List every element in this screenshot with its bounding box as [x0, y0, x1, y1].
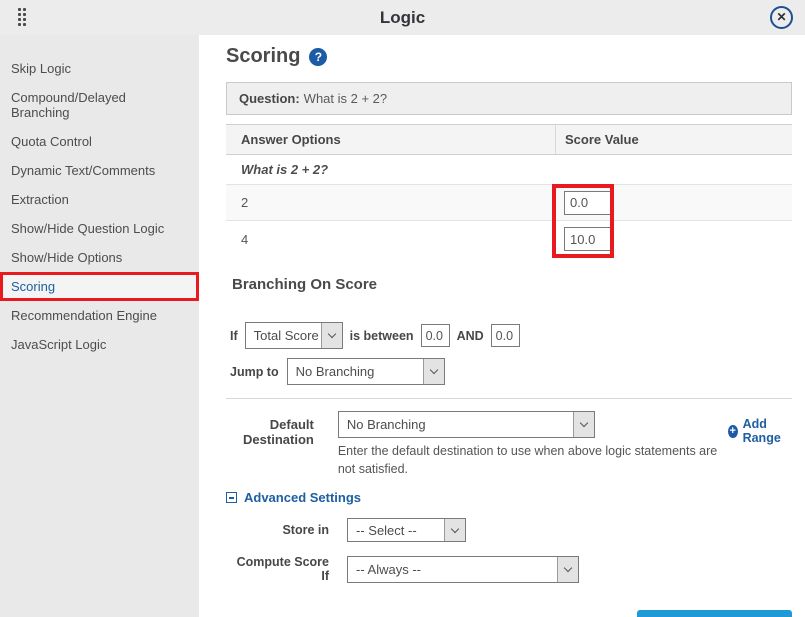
and-label: AND — [457, 329, 484, 343]
answer-option-label: 4 — [226, 232, 555, 247]
table-row: 2 — [226, 185, 792, 221]
column-header-answer-options: Answer Options — [226, 132, 555, 147]
logic-modal: Logic ✕ Skip Logic Compound/Delayed Bran… — [0, 0, 805, 617]
chevron-down-icon — [321, 323, 342, 348]
is-between-label: is between — [350, 329, 414, 343]
column-header-score-value: Score Value — [555, 125, 792, 154]
default-destination-label: Default Destination — [226, 411, 314, 447]
section-divider — [226, 398, 792, 399]
chevron-down-icon — [557, 557, 578, 582]
page-title: Scoring — [226, 45, 300, 68]
modal-title: Logic — [0, 8, 805, 28]
plus-circle-icon: + — [728, 425, 738, 438]
question-box: Question: What is 2 + 2? — [226, 82, 792, 115]
modal-header: Logic ✕ — [0, 0, 805, 35]
store-in-select[interactable]: -- Select -- — [347, 518, 466, 542]
sidebar-item-dynamic-text-comments[interactable]: Dynamic Text/Comments — [0, 156, 199, 185]
scoring-panel: Scoring ? Question: What is 2 + 2? Answer… — [199, 35, 805, 617]
sidebar-item-show-hide-question-logic[interactable]: Show/Hide Question Logic — [0, 214, 199, 243]
range-min-input[interactable] — [421, 324, 450, 347]
logic-sidebar: Skip Logic Compound/Delayed Branching Qu… — [0, 35, 199, 617]
question-group-label: What is 2 + 2? — [226, 162, 555, 177]
advanced-settings-label: Advanced Settings — [244, 490, 361, 505]
range-max-input[interactable] — [491, 324, 520, 347]
compute-score-if-label: Compute Score If — [226, 555, 329, 583]
answer-options-table: Answer Options Score Value What is 2 + 2… — [226, 124, 792, 257]
question-label: Question: — [239, 91, 300, 106]
help-icon[interactable]: ? — [309, 48, 327, 66]
sidebar-item-extraction[interactable]: Extraction — [0, 185, 199, 214]
score-source-select[interactable]: Total Score — [245, 322, 343, 349]
default-destination-select[interactable]: No Branching — [338, 411, 595, 438]
question-text: What is 2 + 2? — [304, 91, 387, 106]
score-value-input[interactable] — [564, 227, 614, 251]
table-header-row: Answer Options Score Value — [226, 124, 792, 155]
question-group-row: What is 2 + 2? — [226, 155, 792, 185]
jump-to-select[interactable]: No Branching — [287, 358, 445, 385]
compute-score-if-select[interactable]: -- Always -- — [347, 556, 579, 583]
chevron-down-icon — [423, 359, 444, 384]
answer-option-label: 2 — [226, 195, 555, 210]
collapse-minus-icon — [226, 492, 237, 503]
close-icon[interactable]: ✕ — [770, 6, 793, 29]
jump-to-label: Jump to — [230, 365, 279, 379]
add-range-label: Add Range — [743, 417, 792, 445]
chevron-down-icon — [444, 519, 465, 541]
score-value-input[interactable] — [564, 191, 614, 215]
drag-grip-icon[interactable] — [18, 8, 31, 27]
branching-section-title: Branching On Score — [232, 276, 792, 293]
store-in-label: Store in — [226, 523, 329, 537]
add-range-link[interactable]: + Add Range — [728, 411, 792, 445]
table-row: 4 — [226, 221, 792, 257]
sidebar-item-skip-logic[interactable]: Skip Logic — [0, 54, 199, 83]
sidebar-item-compound-delayed-branching[interactable]: Compound/Delayed Branching — [0, 83, 199, 127]
advanced-settings-toggle[interactable]: Advanced Settings — [226, 490, 792, 505]
save-question-logic-button[interactable]: Save Question Logic — [637, 610, 792, 617]
sidebar-item-show-hide-options[interactable]: Show/Hide Options — [0, 243, 199, 272]
sidebar-item-quota-control[interactable]: Quota Control — [0, 127, 199, 156]
default-destination-help-text: Enter the default destination to use whe… — [338, 442, 728, 478]
sidebar-item-scoring[interactable]: Scoring — [0, 272, 199, 301]
chevron-down-icon — [573, 412, 594, 437]
sidebar-item-recommendation-engine[interactable]: Recommendation Engine — [0, 301, 199, 330]
if-label: If — [230, 329, 238, 343]
sidebar-item-javascript-logic[interactable]: JavaScript Logic — [0, 330, 199, 359]
